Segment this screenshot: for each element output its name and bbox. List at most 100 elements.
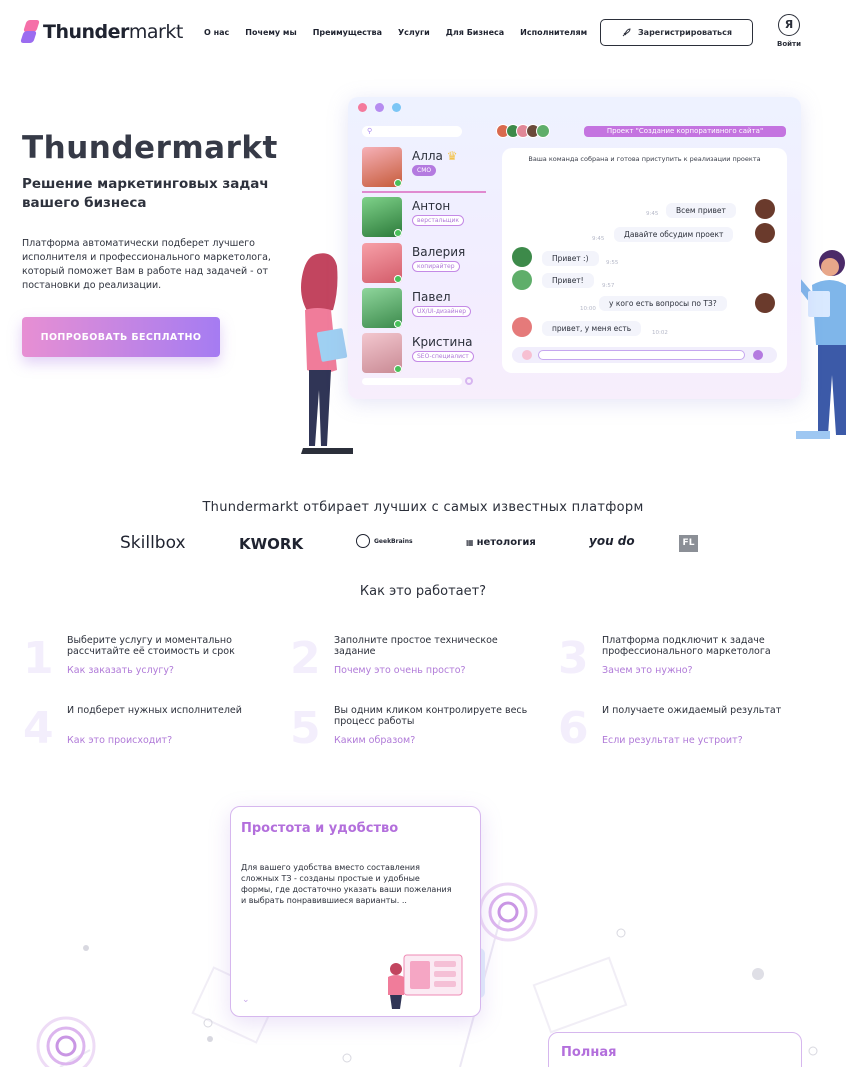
message-bubble: Всем привет	[666, 203, 736, 218]
login-label: Войти	[776, 40, 801, 48]
member-name: Антон	[412, 199, 451, 213]
team-avatars	[496, 124, 550, 138]
kwork-logo: KWORK	[239, 535, 304, 553]
crown-icon: ♛	[446, 149, 458, 163]
login-button[interactable]: Я Войти	[774, 14, 804, 48]
step-link[interactable]: Как это происходит?	[67, 735, 172, 746]
member-name: Кристина	[412, 335, 473, 349]
logo-text: Thundermarkt	[43, 21, 183, 43]
message-time: 9:57	[602, 283, 615, 289]
online-indicator	[394, 320, 402, 328]
form-illustration	[388, 954, 463, 1009]
chevron-down-icon[interactable]: ⌄	[242, 995, 250, 1005]
hero-description: Платформа автоматически подберет лучшего…	[22, 238, 271, 291]
member-role: SEO-специалист	[412, 351, 474, 362]
nav-performers[interactable]: Исполнителям	[520, 28, 587, 37]
step-5: 5 Вы одним кликом контролируете весь про…	[290, 703, 540, 765]
message-bubble: Привет :)	[542, 251, 599, 266]
register-button[interactable]: Зарегистрироваться	[600, 19, 753, 46]
chat-panel: Ваша команда собрана и готова приступить…	[502, 148, 787, 373]
project-badge: Проект "Создание корпоративного сайта"	[584, 126, 786, 137]
step-text: Платформа подключит к задаче профессиона…	[602, 635, 771, 657]
netology-logo: ▦ нетология	[466, 537, 536, 548]
member-alla[interactable]: Алла ♛ CMO	[362, 147, 486, 189]
message-bubble: Привет!	[542, 273, 594, 288]
dot-purple	[375, 103, 384, 112]
message-input[interactable]	[538, 350, 745, 360]
member-name: Алла ♛	[412, 149, 458, 163]
partners-title: Thundermarkt отбирает лучших с самых изв…	[202, 500, 644, 515]
step-number: 2	[290, 633, 321, 684]
brain-icon	[356, 534, 370, 548]
hero-title: Thundermarkt	[22, 130, 278, 166]
chat-app-mockup: ⚲ Алла ♛ CMO Антон верстальщик Валерия к…	[348, 97, 801, 399]
message-bubble: привет, у меня есть	[542, 321, 642, 336]
sidebar-input[interactable]	[362, 378, 462, 385]
member-anton[interactable]: Антон верстальщик	[362, 197, 486, 239]
online-indicator	[394, 179, 402, 187]
feature-card-simplicity[interactable]: Простота и удобство Для вашего удобства …	[230, 806, 481, 1017]
member-name: Валерия	[412, 245, 466, 259]
online-indicator	[394, 229, 402, 237]
step-link[interactable]: Зачем это нужно?	[602, 665, 693, 676]
step-text: Вы одним кликом контролируете весь проце…	[334, 705, 528, 727]
message-time: 9:55	[606, 260, 619, 266]
step-1: 1 Выберите услугу и моментально рассчита…	[23, 633, 273, 695]
logo-bolt-icon	[20, 20, 40, 44]
step-6: 6 И получаете ожидаемый результат Если р…	[558, 703, 808, 765]
message-bubble: у кого есть вопросы по ТЗ?	[599, 296, 727, 311]
nav-about[interactable]: О нас	[204, 28, 229, 37]
step-link[interactable]: Как заказать услугу?	[67, 665, 174, 676]
page: Thundermarkt О нас Почему мы Преимуществ…	[0, 0, 846, 1067]
step-number: 4	[23, 703, 54, 754]
step-number: 5	[290, 703, 321, 754]
avatar	[512, 270, 532, 290]
step-3: 3 Платформа подключит к задаче профессио…	[558, 633, 808, 695]
nav-advantages[interactable]: Преимущества	[313, 28, 382, 37]
try-free-button[interactable]: ПОПРОБОВАТЬ БЕСПЛАТНО	[22, 317, 220, 357]
rocket-icon	[622, 27, 631, 36]
member-kristina[interactable]: Кристина SEO-специалист	[362, 333, 486, 375]
message-time: 10:00	[580, 306, 596, 312]
dot-blue	[392, 103, 401, 112]
step-number: 6	[558, 703, 589, 754]
logo[interactable]: Thundermarkt	[20, 20, 183, 44]
avatar	[536, 124, 550, 138]
step-link[interactable]: Если результат не устроит?	[602, 735, 743, 746]
feature-card-complete[interactable]: Полная	[548, 1032, 802, 1067]
step-2: 2 Заполните простое техническое задание …	[290, 633, 540, 695]
sidebar-search-icon[interactable]: ⚲	[362, 126, 462, 137]
nav-why-us[interactable]: Почему мы	[245, 28, 296, 37]
step-link[interactable]: Каким образом?	[334, 735, 415, 746]
step-text: Выберите услугу и моментально рассчитайт…	[67, 635, 235, 657]
feature-card-title: Полная	[561, 1045, 617, 1060]
member-pavel[interactable]: Павел UX/UI-дизайнер	[362, 288, 486, 330]
logo-light: markt	[128, 21, 183, 43]
geekbrains-logo: GeekBrains	[356, 534, 413, 548]
youdo-logo: you do	[589, 534, 635, 548]
online-indicator	[394, 275, 402, 283]
feature-card-title: Простота и удобство	[241, 821, 399, 836]
member-name: Павел	[412, 290, 451, 304]
avatar	[512, 247, 532, 267]
nav-services[interactable]: Услуги	[398, 28, 430, 37]
step-number: 1	[23, 633, 54, 684]
how-it-works-title: Как это работает?	[359, 584, 487, 599]
send-icon[interactable]	[753, 350, 763, 360]
member-role: CMO	[412, 165, 437, 176]
emoji-icon[interactable]	[522, 350, 532, 360]
geekbrains-text: GeekBrains	[374, 537, 413, 545]
nav-business[interactable]: Для Бизнеса	[446, 28, 504, 37]
message-time: 10:02	[652, 330, 668, 336]
logo-bold: Thunder	[43, 21, 129, 43]
window-dots	[358, 103, 401, 112]
step-text: Заполните простое техническое задание	[334, 635, 498, 657]
step-link[interactable]: Почему это очень просто?	[334, 665, 466, 676]
gear-icon[interactable]	[465, 377, 473, 385]
online-indicator	[394, 365, 402, 373]
skillbox-logo: Skillbox	[120, 533, 186, 553]
step-text: И получаете ожидаемый результат	[602, 705, 782, 716]
member-valeria[interactable]: Валерия копирайтер	[362, 243, 486, 285]
member-role: UX/UI-дизайнер	[412, 306, 472, 317]
team-notice: Ваша команда собрана и готова приступить…	[528, 155, 761, 163]
